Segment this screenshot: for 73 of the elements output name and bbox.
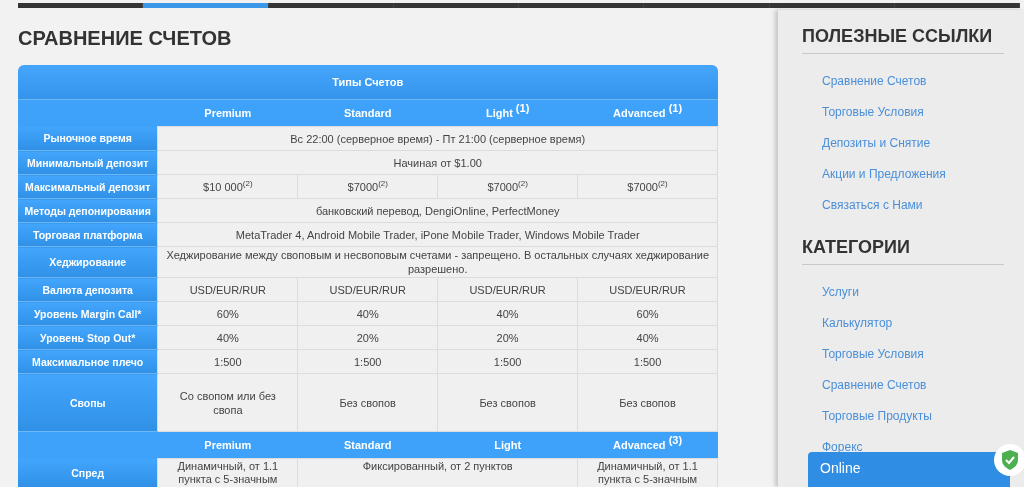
table-cell: USD/EUR/RUR [437, 277, 578, 302]
column-header: Standard [297, 431, 438, 459]
table-cell: 1:500 [157, 349, 298, 374]
online-chat-toast[interactable]: Online [808, 452, 1010, 487]
table-cell: банковский перевод, DengiOnline, PerfectMoney [157, 198, 718, 223]
row-label: Максимальное плечо [18, 349, 158, 374]
nav-segment[interactable] [769, 3, 895, 8]
row-label: Рыночное время [18, 126, 158, 151]
table-cell: $7000$^{(2)}$ [437, 174, 578, 199]
nav-segment[interactable] [519, 3, 645, 8]
sidebar-link[interactable]: Торговые Продукты [822, 409, 1024, 424]
nav-segment[interactable] [894, 3, 1020, 8]
table-cell: 40% [297, 301, 438, 326]
table-cell: MetaTrader 4, Android Mobile Trader, iPone Mobile Trader, Windows Mobile Trader [157, 222, 718, 247]
table-cell: 1:500 [297, 349, 438, 374]
table-cell: 1:500 [437, 349, 578, 374]
column-header: Premium [157, 99, 298, 127]
sidebar-link[interactable]: Калькулятор [822, 316, 1024, 331]
row-label: Максимальный депозит [18, 174, 158, 199]
sidebar-link[interactable]: Сравнение Счетов [822, 74, 1024, 89]
table-cell: Со свопом или без свопа [157, 373, 298, 432]
active-nav-indicator[interactable] [143, 3, 269, 8]
table-cell: USD/EUR/RUR [157, 277, 298, 302]
sidebar-link[interactable]: Связаться с Нами [822, 198, 1024, 213]
row-label: Валюта депозита [18, 277, 158, 302]
row-label: Свопы [18, 373, 158, 432]
nav-segment[interactable] [393, 3, 519, 8]
sidebar-link[interactable]: Торговые Условия [822, 347, 1024, 362]
table-cell: Без свопов [577, 373, 718, 432]
nav-segment[interactable] [644, 3, 770, 8]
table-cell: USD/EUR/RUR [297, 277, 438, 302]
column-header: Light [437, 431, 578, 459]
sidebar-link[interactable]: Сравнение Счетов [822, 378, 1024, 393]
table-cell: Без свопов [437, 373, 578, 432]
table-cell: USD/EUR/RUR [577, 277, 718, 302]
table-cell: $10 000$^{(2)}$ [157, 174, 298, 199]
table-cell: Динамичный, от 1.1 пункта с 5-значным [157, 458, 298, 487]
table-cell: 60% [577, 301, 718, 326]
table-cell: 20% [297, 325, 438, 350]
table-cell: 40% [437, 301, 578, 326]
column-header: Premium [157, 431, 298, 459]
table-cell: 40% [577, 325, 718, 350]
table-cell: Фиксированный, от 2 пунктов [297, 458, 578, 487]
sidebar-link[interactable]: Услуги [822, 285, 1024, 300]
table-title: Типы Счетов [18, 65, 718, 100]
table-cell: 60% [157, 301, 298, 326]
table-cell: Без свопов [297, 373, 438, 432]
nav-segment[interactable] [18, 3, 144, 8]
page-title: СРАВНЕНИЕ СЧЕТОВ [18, 26, 233, 50]
shield-check-icon[interactable] [993, 443, 1024, 477]
table-cell: Хеджирование между своповым и несвоповым счетами - запрещено. В остальных случаях хеджирование разрешено. [157, 246, 718, 278]
table-cell: $7000$^{(2)}$ [577, 174, 718, 199]
row-label: Спред [18, 458, 158, 487]
table-cell: 1:500 [577, 349, 718, 374]
table-cell: $7000$^{(2)}$ [297, 174, 438, 199]
table-cell: 20% [437, 325, 578, 350]
sidebar-link[interactable]: Торговые Условия [822, 105, 1024, 120]
row-label: Торговая платформа [18, 222, 158, 247]
sidebar-link[interactable]: Депозиты и Снятие [822, 136, 1024, 151]
table-cell: Начиная от $1.00 [157, 150, 718, 175]
row-label: Уровень Stop Out* [18, 325, 158, 350]
row-label: Хеджирование [18, 246, 158, 278]
column-header: Standard [297, 99, 438, 127]
nav-segment[interactable] [268, 3, 394, 8]
row-label: Уровень Margin Call* [18, 301, 158, 326]
sidebar-link[interactable]: Акции и Предложения [822, 167, 1024, 182]
table-cell: Вс 22:00 (серверное время) - Пт 21:00 (серверное время) [157, 126, 718, 151]
row-label: Минимальный депозит [18, 150, 158, 175]
sidebar-heading: КАТЕГОРИИ [802, 237, 1004, 265]
table-cell: Динамичный, от 1.1 пункта с 5-значным [577, 458, 718, 487]
table-cell: 40% [157, 325, 298, 350]
sidebar-heading: ПОЛЕЗНЫЕ ССЫЛКИ [802, 26, 1004, 54]
row-label: Методы депонирования [18, 198, 158, 223]
